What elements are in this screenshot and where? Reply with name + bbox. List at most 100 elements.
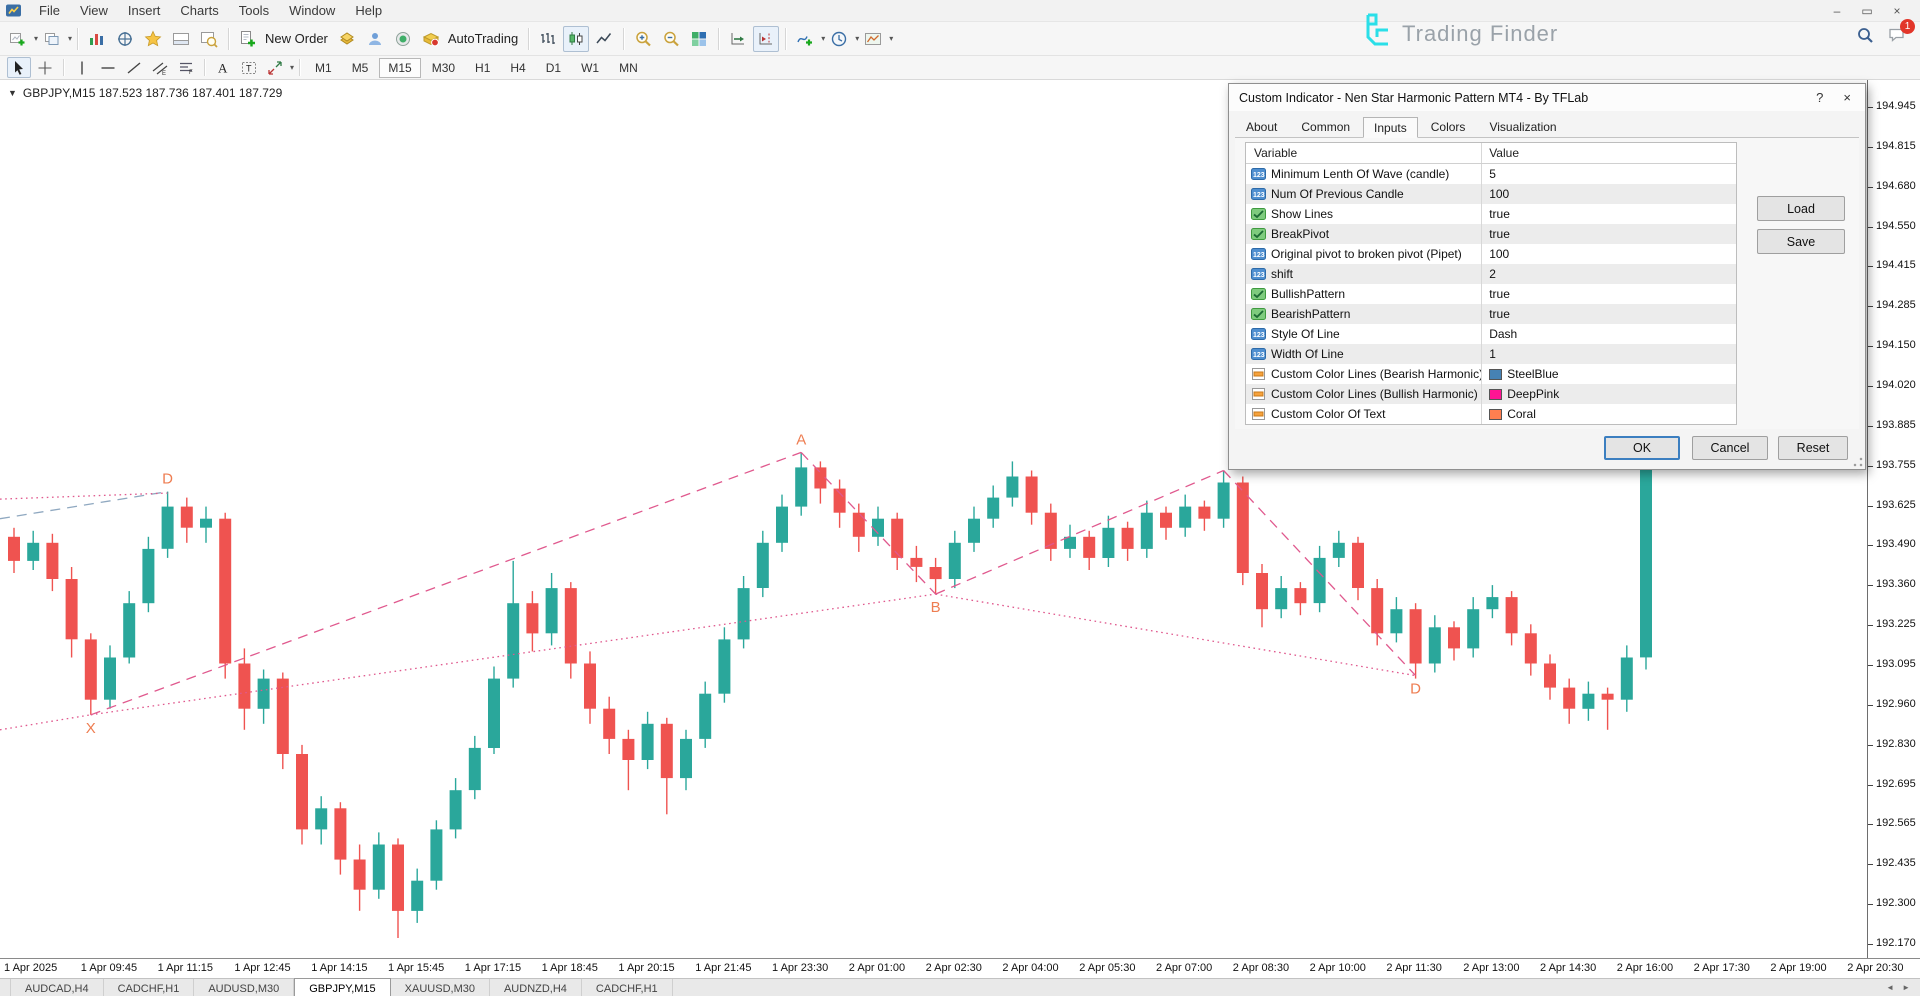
dialog-help-button[interactable]: ? [1816,90,1823,105]
tab-scroll-right-button[interactable]: ► [1902,983,1910,992]
chevron-down-icon[interactable]: ▼ [8,88,17,98]
toolbar-button-line-chart[interactable] [591,26,617,52]
dialog-close-button[interactable]: × [1843,90,1851,105]
dropdown-arrow-icon[interactable]: ▾ [68,34,72,43]
menu-view[interactable]: View [70,1,118,20]
price-axis[interactable]: 194.945194.815194.680194.550194.415194.2… [1868,80,1920,958]
table-row[interactable]: Custom Color Lines (Bearish Harmonic) St… [1246,364,1736,384]
timeframe-button-m30[interactable]: M30 [423,58,464,78]
toolbar-button-periods[interactable] [826,26,852,52]
chart-tab-audcad-h4[interactable]: AUDCAD,H4 [10,979,104,996]
dropdown-arrow-icon[interactable]: ▾ [855,34,859,43]
menu-tools[interactable]: Tools [229,1,279,20]
toolbar-button-data-window[interactable] [112,26,138,52]
toolbar-button-channel[interactable]: E [148,57,172,78]
toolbar-button-horizontal-line[interactable] [96,57,120,78]
chart-tab-audusd-m30[interactable]: AUDUSD,M30 [194,979,294,996]
toolbar-button-arrows[interactable] [263,57,287,78]
toolbar-button-templates[interactable] [860,26,886,52]
autotrading-label[interactable]: AutoTrading [448,31,518,46]
menu-window[interactable]: Window [279,1,345,20]
table-row[interactable]: 123 shift 2 [1246,264,1736,284]
dialog-tab-about[interactable]: About [1235,116,1288,137]
chat-button[interactable]: 1 [1888,26,1906,49]
toolbar-button-auto-scroll[interactable] [725,26,751,52]
reset-button[interactable]: Reset [1778,436,1848,460]
variable-value[interactable]: 100 [1481,184,1736,204]
timeframe-button-w1[interactable]: W1 [572,58,608,78]
toolbar-button-text[interactable]: A [211,57,235,78]
new-order-label[interactable]: New Order [265,31,328,46]
toolbar-button-community[interactable] [362,26,388,52]
table-row[interactable]: 123 Minimum Lenth Of Wave (candle) 5 [1246,164,1736,184]
dropdown-arrow-icon[interactable]: ▾ [821,34,825,43]
variable-value[interactable]: 100 [1481,244,1736,264]
toolbar-button-zoom-in[interactable] [630,26,656,52]
toolbar-button-fibonacci[interactable]: F [174,57,198,78]
toolbar-button-new-order[interactable] [235,26,261,52]
variable-value[interactable]: 2 [1481,264,1736,284]
cancel-button[interactable]: Cancel [1692,436,1768,460]
chart-tab-audnzd-h4[interactable]: AUDNZD,H4 [490,979,582,996]
toolbar-button-bar-chart[interactable] [535,26,561,52]
chart-tab-xauusd-m30[interactable]: XAUUSD,M30 [391,979,490,996]
toolbar-button-indicators[interactable] [792,26,818,52]
variable-value[interactable]: Coral [1481,404,1736,424]
variable-value[interactable]: true [1481,224,1736,244]
variable-value[interactable]: true [1481,204,1736,224]
table-row[interactable]: 123 Original pivot to broken pivot (Pipe… [1246,244,1736,264]
toolbar-button-vertical-line[interactable] [70,57,94,78]
toolbar-button-navigator[interactable] [140,26,166,52]
toolbar-button-crosshair[interactable] [33,57,57,78]
table-row[interactable]: BreakPivot true [1246,224,1736,244]
toolbar-button-text-label[interactable]: T [237,57,261,78]
close-button[interactable]: × [1886,4,1908,18]
chart-symbol-line[interactable]: ▼ GBPJPY,M15 187.523 187.736 187.401 187… [8,86,282,100]
toolbar-button-tile-windows[interactable] [686,26,712,52]
dropdown-arrow-icon[interactable]: ▾ [290,63,294,72]
variable-value[interactable]: true [1481,284,1736,304]
menu-file[interactable]: File [29,1,70,20]
toolbar-button-terminal[interactable] [168,26,194,52]
variable-value[interactable]: SteelBlue [1481,364,1736,384]
timeframe-button-mn[interactable]: MN [610,58,647,78]
search-icon[interactable] [1856,26,1874,49]
toolbar-button-market[interactable] [390,26,416,52]
chart-tab-cadchf-h1[interactable]: CADCHF,H1 [582,979,673,996]
timeframe-button-d1[interactable]: D1 [537,58,570,78]
timeframe-button-m5[interactable]: M5 [343,58,378,78]
dropdown-arrow-icon[interactable]: ▾ [34,34,38,43]
table-row[interactable]: BearishPattern true [1246,304,1736,324]
chart-tab-gbpjpy-m15[interactable]: GBPJPY,M15 [294,978,390,996]
toolbar-button-chart-shift[interactable] [753,26,779,52]
dialog-title-bar[interactable]: Custom Indicator - Nen Star Harmonic Pat… [1229,84,1865,111]
dialog-tab-common[interactable]: Common [1290,116,1361,137]
tab-scroll-left-button[interactable]: ◄ [1886,983,1894,992]
toolbar-button-cursor[interactable] [7,57,31,78]
restore-button[interactable]: ▭ [1856,4,1878,18]
save-button[interactable]: Save [1757,229,1845,254]
load-button[interactable]: Load [1757,196,1845,221]
toolbar-button-new-chart[interactable] [5,26,31,52]
toolbar-button-autotrading[interactable] [418,26,444,52]
toolbar-button-candlestick-chart[interactable] [563,26,589,52]
dialog-tab-colors[interactable]: Colors [1420,116,1477,137]
menu-insert[interactable]: Insert [118,1,171,20]
timeframe-button-m15[interactable]: M15 [379,58,420,78]
toolbar-button-market-watch[interactable] [84,26,110,52]
table-row[interactable]: 123 Width Of Line 1 [1246,344,1736,364]
minimize-button[interactable]: – [1826,4,1848,18]
dialog-tab-inputs[interactable]: Inputs [1363,117,1418,138]
toolbar-button-trendline[interactable] [122,57,146,78]
table-row[interactable]: Show Lines true [1246,204,1736,224]
variable-value[interactable]: 1 [1481,344,1736,364]
timeframe-button-h1[interactable]: H1 [466,58,499,78]
timeframe-button-m1[interactable]: M1 [306,58,341,78]
chart-tab-cadchf-h1[interactable]: CADCHF,H1 [104,979,195,996]
table-row[interactable]: 123 Style Of Line Dash [1246,324,1736,344]
menu-help[interactable]: Help [345,1,392,20]
variable-value[interactable]: Dash [1481,324,1736,344]
toolbar-button-expert-advisors[interactable] [334,26,360,52]
table-row[interactable]: BullishPattern true [1246,284,1736,304]
time-axis[interactable]: 1 Apr 20251 Apr 09:451 Apr 11:151 Apr 12… [0,958,1920,978]
